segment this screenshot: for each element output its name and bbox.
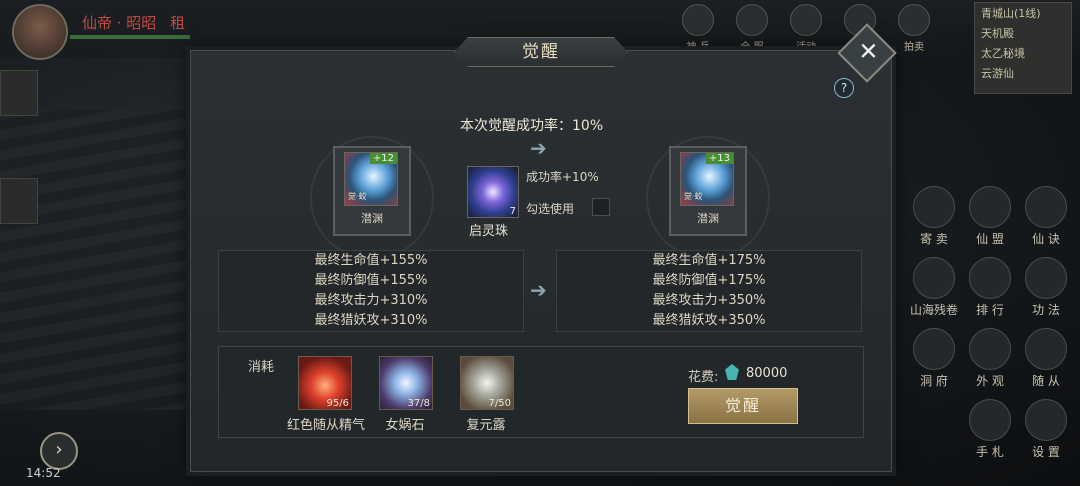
orb-name: 启灵珠: [469, 224, 509, 239]
item-name: 潜渊: [697, 212, 719, 225]
arrow-right-icon: ➔: [530, 278, 547, 302]
minimap-line: 太乙秘境: [981, 47, 1025, 60]
menu-icon: [969, 328, 1011, 370]
stone-icon[interactable]: 37/8: [379, 356, 433, 410]
next-stats-panel: 最终生命值+175% 最终防御值+175% 最终攻击力+350% 最终猎妖攻+3…: [556, 250, 862, 332]
material-name: 女娲石: [385, 418, 425, 433]
stat-line: 最终攻击力+310%: [314, 293, 428, 308]
player-avatar[interactable]: [12, 4, 68, 60]
left-side-button[interactable]: [0, 70, 38, 116]
stat-line: 最终攻击力+350%: [652, 293, 766, 308]
menu-button[interactable]: 仙 盟: [962, 186, 1018, 247]
minimap[interactable]: 青城山(1线) 天机殿 太乙秘境 云游仙: [974, 2, 1072, 94]
menu-icon: [1025, 257, 1067, 299]
orb-use-label: 勾选使用: [526, 202, 575, 216]
orb-rate-text: 成功率+10%: [526, 170, 599, 184]
fire-essence-icon[interactable]: 95/6: [298, 356, 352, 410]
material-count: 7/50: [488, 398, 511, 409]
activity-icon: [898, 4, 930, 36]
menu-button-empty: [906, 399, 962, 460]
player-hp-bar: [70, 35, 190, 39]
menu-button[interactable]: 手 札: [962, 399, 1018, 460]
orb-icon[interactable]: 7: [467, 166, 519, 218]
minimap-line: 青城山(1线): [981, 7, 1041, 20]
cost-label: 消耗: [248, 360, 275, 375]
player-tag: 租: [170, 14, 186, 32]
material-name: 复元露: [466, 418, 506, 433]
expand-chevron-icon[interactable]: ›: [40, 432, 78, 470]
material-count: 37/8: [407, 398, 430, 409]
menu-icon: [969, 257, 1011, 299]
menu-button[interactable]: 寄 卖: [906, 186, 962, 247]
stat-line: 最终防御值+175%: [652, 273, 766, 288]
menu-icon: [913, 186, 955, 228]
top-activity-button[interactable]: 拍卖: [892, 4, 936, 54]
current-stats-panel: 最终生命值+155% 最终防御值+155% 最终攻击力+310% 最终猎妖攻+3…: [218, 250, 524, 332]
activity-icon: [736, 4, 768, 36]
potion-icon[interactable]: 7/50: [460, 356, 514, 410]
top-activity-button[interactable]: 全 服: [730, 4, 774, 54]
dialog-title: 觉醒: [454, 37, 628, 67]
activity-icon: [682, 4, 714, 36]
menu-button[interactable]: 外 观: [962, 328, 1018, 389]
menu-icon: [913, 257, 955, 299]
menu-button[interactable]: 洞 府: [906, 328, 962, 389]
help-icon[interactable]: ?: [834, 78, 854, 98]
stat-line: 最终生命值+155%: [314, 253, 428, 268]
top-activity-button[interactable]: 神 兵: [676, 4, 720, 54]
stat-line: 最终猎妖攻+310%: [314, 313, 428, 328]
item-tiny-label: 觉·蛟: [348, 192, 367, 201]
item-name: 潜渊: [361, 212, 383, 225]
menu-button[interactable]: 功 法: [1018, 257, 1074, 318]
awaken-button[interactable]: 觉醒: [688, 388, 798, 424]
item-dragon-icon[interactable]: +13 觉·蛟: [680, 152, 734, 206]
enhance-badge: +13: [705, 153, 733, 164]
stat-line: 最终防御值+155%: [314, 273, 428, 288]
menu-icon: [1025, 328, 1067, 370]
material-name: 红色随从精气: [286, 418, 365, 433]
clock: 14:52: [26, 466, 61, 480]
menu-button[interactable]: 排 行: [962, 257, 1018, 318]
menu-icon: [1025, 399, 1067, 441]
enhance-badge: +12: [369, 153, 397, 164]
orb-count: 7: [509, 206, 516, 217]
menu-icon: [969, 399, 1011, 441]
menu-button[interactable]: 山海残卷: [906, 257, 962, 318]
orb-use-checkbox[interactable]: [592, 198, 610, 216]
menu-button[interactable]: 仙 诀: [1018, 186, 1074, 247]
minimap-line: 天机殿: [981, 27, 1014, 40]
fee-label: 花费:: [688, 370, 719, 385]
activity-icon: [790, 4, 822, 36]
item-tiny-label: 觉·蛟: [684, 192, 703, 201]
menu-icon: [1025, 186, 1067, 228]
scene-stairs: [0, 110, 190, 410]
stat-line: 最终生命值+175%: [652, 253, 766, 268]
stat-line: 最终猎妖攻+350%: [652, 313, 766, 328]
fee-value: 80000: [746, 366, 788, 381]
material-count: 95/6: [326, 398, 349, 409]
current-item-slot: +12 觉·蛟 潜渊: [300, 136, 440, 266]
right-function-menu: 寄 卖 仙 盟 仙 诀 山海残卷 排 行 功 法 洞 府 外 观 随 从 手 札…: [906, 186, 1078, 460]
left-side-button[interactable]: [0, 178, 38, 224]
minimap-line: 云游仙: [981, 67, 1014, 80]
next-item-slot: +13 觉·蛟 潜渊: [636, 136, 776, 266]
success-rate-text: 本次觉醒成功率：10%: [460, 118, 604, 134]
player-name: 仙帝 · 昭昭: [82, 14, 157, 32]
menu-icon: [913, 328, 955, 370]
close-icon: ✕: [858, 37, 879, 66]
menu-button[interactable]: 随 从: [1018, 328, 1074, 389]
top-activity-button[interactable]: 活动: [784, 4, 828, 54]
item-dragon-icon[interactable]: +12 觉·蛟: [344, 152, 398, 206]
arrow-right-icon: ➔: [530, 136, 547, 160]
menu-button[interactable]: 设 置: [1018, 399, 1074, 460]
top-activity-icons: 神 兵 全 服 活动 折 天 拍卖: [676, 4, 936, 54]
menu-icon: [969, 186, 1011, 228]
